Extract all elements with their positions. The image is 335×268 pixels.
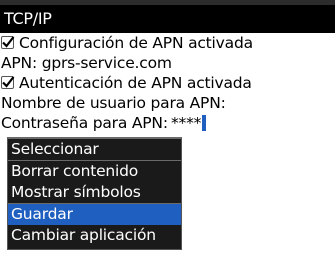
username-label: Nombre de usuario para APN: [1, 94, 226, 112]
menu-item-label: Guardar [11, 205, 73, 223]
text-cursor [202, 115, 206, 131]
settings-content: Configuración de APN activada APN: gprs-… [0, 33, 335, 133]
page-title: TCP/IP [4, 9, 52, 28]
password-value: **** [171, 114, 201, 132]
menu-item-guardar[interactable]: Guardar [8, 204, 181, 226]
menu-item-label: Cerrar [11, 248, 59, 266]
password-label: Contraseña para APN: [1, 114, 168, 132]
menu-item-label: Mostrar símbolos [11, 183, 141, 201]
menu-item-label: Borrar contenido [11, 162, 138, 180]
username-field[interactable]: Nombre de usuario para APN: [0, 93, 335, 113]
checkmark-icon [1, 75, 15, 89]
apn-auth-option[interactable]: Autenticación de APN activada [0, 73, 335, 93]
apn-auth-checkbox[interactable] [1, 76, 14, 89]
menu-item-borrar-contenido[interactable]: Borrar contenido [8, 161, 181, 183]
title-bar: TCP/IP [0, 5, 335, 33]
apn-auth-label: Autenticación de APN activada [19, 74, 252, 92]
menu-item-seleccionar[interactable]: Seleccionar [8, 139, 181, 161]
apn-enabled-label: Configuración de APN activada [19, 34, 253, 52]
password-field[interactable]: Contraseña para APN: **** [0, 113, 335, 133]
apn-label: APN: gprs-service.com [1, 54, 172, 72]
menu-item-cambiar-aplicacion[interactable]: Cambiar aplicación [8, 225, 181, 247]
menu-item-label: Seleccionar [11, 140, 99, 158]
checkmark-icon [1, 35, 15, 49]
apn-enabled-option[interactable]: Configuración de APN activada [0, 33, 335, 53]
menu-item-label: Cambiar aplicación [11, 226, 156, 244]
apn-enabled-checkbox[interactable] [1, 36, 14, 49]
context-menu: Seleccionar Borrar contenido Mostrar sím… [7, 137, 182, 250]
apn-field[interactable]: APN: gprs-service.com [0, 53, 335, 73]
password-value-wrap: **** [171, 113, 206, 133]
menu-item-mostrar-simbolos[interactable]: Mostrar símbolos [8, 182, 181, 204]
menu-item-cerrar[interactable]: Cerrar [8, 247, 181, 268]
